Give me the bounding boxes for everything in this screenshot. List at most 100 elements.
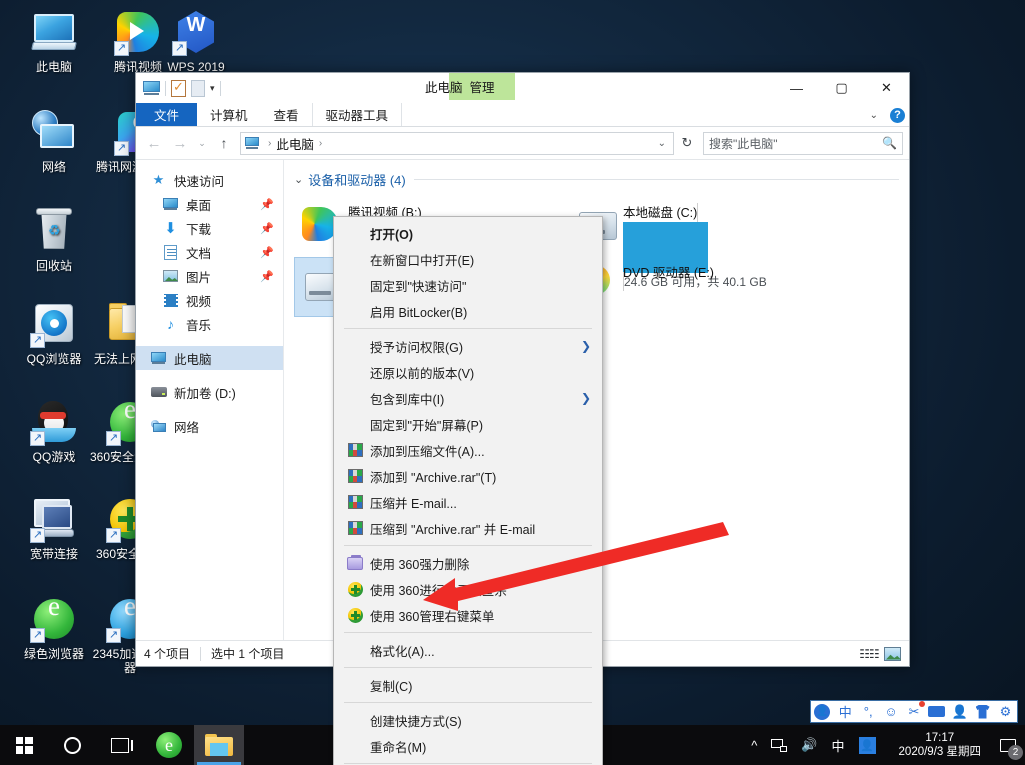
ime-logo-icon[interactable]: 👤 — [812, 703, 832, 721]
action-center-button[interactable]: 2 — [991, 725, 1025, 765]
sidebar-item-this-pc[interactable]: 此电脑 — [136, 346, 283, 370]
menu-item-pin-to-quick-access[interactable]: 固定到"快速访问" — [334, 272, 602, 298]
sidebar-item-music[interactable]: ♪ 音乐 — [136, 312, 283, 336]
group-header-devices-and-drives[interactable]: ⌄ 设备和驱动器 (4) — [284, 160, 909, 189]
screenshot-scissors-icon[interactable]: ✂ — [904, 703, 924, 721]
360-shield-icon — [344, 608, 366, 623]
tab-view[interactable]: 查看 — [261, 103, 312, 126]
network-tray-icon[interactable] — [764, 725, 794, 765]
search-icon[interactable]: 🔍 — [882, 136, 897, 150]
tray-overflow-button[interactable]: ^ — [744, 725, 764, 765]
desktop-icon-green-browser[interactable]: e ↗ 绿色浏览器 — [12, 595, 96, 661]
recent-locations-button[interactable]: ⌄ — [194, 131, 210, 155]
customize-dropdown-icon[interactable]: ▾ — [210, 83, 215, 94]
star-pin-icon: ★ — [150, 172, 167, 188]
menu-item-open[interactable]: 打开(O) — [334, 220, 602, 246]
menu-item-compress-and-email[interactable]: 压缩并 E-mail... — [334, 489, 602, 515]
sidebar-item-network[interactable]: 网络 — [136, 414, 283, 438]
skin-shirt-icon[interactable] — [973, 703, 993, 721]
breadcrumb-dropdown-icon[interactable]: ⌄ — [658, 138, 669, 149]
chevron-down-icon[interactable]: ⌄ — [870, 110, 878, 121]
up-button[interactable]: ↑ — [212, 131, 236, 155]
help-icon[interactable]: ? — [890, 108, 905, 123]
pin-icon[interactable]: 📌 — [260, 246, 274, 259]
status-item-count: 4 个项目 — [144, 645, 190, 662]
menu-item-pin-to-start[interactable]: 固定到"开始"屏幕(P) — [334, 411, 602, 437]
desktop-icon-wps-2019[interactable]: W ↗ WPS 2019 — [154, 8, 238, 74]
breadcrumb[interactable]: › 此电脑 › ⌄ — [240, 132, 674, 155]
winrar-icon — [344, 521, 366, 535]
drive-tile-local-disk-c[interactable]: 本地磁盘 (C:) 24.6 GB 可用，共 40.1 GB — [569, 197, 844, 257]
menu-item-enable-bitlocker[interactable]: 启用 BitLocker(B) — [334, 298, 602, 324]
properties-icon[interactable] — [171, 80, 186, 97]
desktop-icon-this-pc[interactable]: 此电脑 — [12, 8, 96, 74]
volume-icon[interactable]: 🔊 — [794, 725, 824, 765]
menu-item-format[interactable]: 格式化(A)... — [334, 637, 602, 663]
menu-item-360-manage-context-menu[interactable]: 使用 360管理右键菜单 — [334, 602, 602, 628]
menu-item-rename[interactable]: 重命名(M) — [334, 733, 602, 759]
punctuation-icon[interactable]: °, — [858, 703, 878, 721]
sidebar-item-new-volume-d[interactable]: 新加卷 (D:) — [136, 380, 283, 404]
forward-button[interactable]: → — [168, 131, 192, 155]
desktop-icon-qq-browser[interactable]: ↗ QQ浏览器 — [12, 300, 96, 366]
menu-item-open-in-new-window[interactable]: 在新窗口中打开(E) — [334, 246, 602, 272]
menu-item-compress-to-archive-and-email[interactable]: 压缩到 "Archive.rar" 并 E-mail — [334, 515, 602, 541]
clock-date: 2020/9/3 星期四 — [899, 745, 981, 759]
task-view-button[interactable] — [96, 725, 144, 765]
desktop-icon-broadband-connection[interactable]: ↗ 宽带连接 — [12, 495, 96, 561]
refresh-icon[interactable]: ↻ — [676, 132, 698, 155]
desktop-icon-recycle-bin[interactable]: ♻ 回收站 — [12, 207, 96, 273]
pictures-icon — [162, 270, 179, 282]
desktop-icon-network[interactable]: 网络 — [12, 108, 96, 174]
minimize-button[interactable]: — — [774, 73, 819, 103]
taskbar-app-file-explorer[interactable] — [194, 725, 244, 765]
sidebar-item-quick-access[interactable]: ★ 快速访问 — [136, 168, 283, 192]
this-pc-icon — [245, 137, 259, 149]
new-folder-icon[interactable] — [191, 80, 205, 97]
menu-item-grant-access[interactable]: 授予访问权限(G) ❯ — [334, 333, 602, 359]
sidebar-item-videos[interactable]: 视频 — [136, 288, 283, 312]
menu-item-360-force-delete[interactable]: 使用 360强力删除 — [334, 550, 602, 576]
tab-file[interactable]: 文件 — [136, 103, 197, 126]
settings-gear-icon[interactable]: ⚙ — [995, 703, 1015, 721]
user-tray-icon[interactable]: 👤 — [852, 725, 883, 765]
user-icon[interactable]: 👤 — [950, 703, 970, 721]
emoji-icon[interactable]: ☺ — [881, 703, 901, 721]
tab-computer[interactable]: 计算机 — [197, 103, 261, 126]
details-view-icon[interactable]: ☷☷ — [860, 646, 878, 662]
clock[interactable]: 17:17 2020/9/3 星期四 — [883, 731, 991, 759]
cortana-search-button[interactable] — [48, 725, 96, 765]
sidebar-item-desktop[interactable]: 桌面 📌 — [136, 192, 283, 216]
sidebar-item-pictures[interactable]: 图片 📌 — [136, 264, 283, 288]
menu-item-restore-previous-versions[interactable]: 还原以前的版本(V) — [334, 359, 602, 385]
menu-item-create-shortcut[interactable]: 创建快捷方式(S) — [334, 707, 602, 733]
chevron-right-icon: ❯ — [581, 391, 591, 405]
quick-access-toolbar: ▾ — [136, 73, 221, 103]
soft-keyboard-icon[interactable] — [927, 703, 947, 721]
menu-item-add-to-archive-rar[interactable]: 添加到 "Archive.rar"(T) — [334, 463, 602, 489]
large-icons-view-icon[interactable] — [884, 647, 901, 661]
chevron-down-icon[interactable]: ⌄ — [294, 173, 303, 186]
ime-tray-indicator[interactable]: 中 — [825, 725, 852, 765]
search-input[interactable]: 搜索"此电脑" 🔍 — [703, 132, 903, 155]
taskbar-app-360-browser[interactable]: e — [144, 725, 194, 765]
sidebar-item-downloads[interactable]: ⬇ 下载 📌 — [136, 216, 283, 240]
menu-item-360-trojan-scan[interactable]: 使用 360进行木马云查杀 — [334, 576, 602, 602]
menu-item-add-to-archive[interactable]: 添加到压缩文件(A)... — [334, 437, 602, 463]
pin-icon[interactable]: 📌 — [260, 270, 274, 283]
pin-icon[interactable]: 📌 — [260, 198, 274, 211]
maximize-button[interactable]: ▢ — [819, 73, 864, 103]
pin-icon[interactable]: 📌 — [260, 222, 274, 235]
breadcrumb-item-this-pc[interactable]: 此电脑 — [276, 134, 314, 153]
back-button[interactable]: ← — [142, 131, 166, 155]
menu-item-copy[interactable]: 复制(C) — [334, 672, 602, 698]
drive-tile-dvd-drive-e[interactable]: DVD 驱动器 (E:) — [569, 257, 844, 317]
desktop-icon-qq-games[interactable]: ↗ QQ游戏 — [12, 398, 96, 464]
sidebar-item-documents[interactable]: 文档 📌 — [136, 240, 283, 264]
close-button[interactable]: ✕ — [864, 73, 909, 103]
tab-drive-tools[interactable]: 驱动器工具 — [312, 103, 403, 126]
chinese-mode-icon[interactable]: 中 — [835, 703, 855, 721]
this-pc-icon[interactable] — [143, 81, 160, 96]
start-button[interactable] — [0, 725, 48, 765]
menu-item-include-in-library[interactable]: 包含到库中(I) ❯ — [334, 385, 602, 411]
